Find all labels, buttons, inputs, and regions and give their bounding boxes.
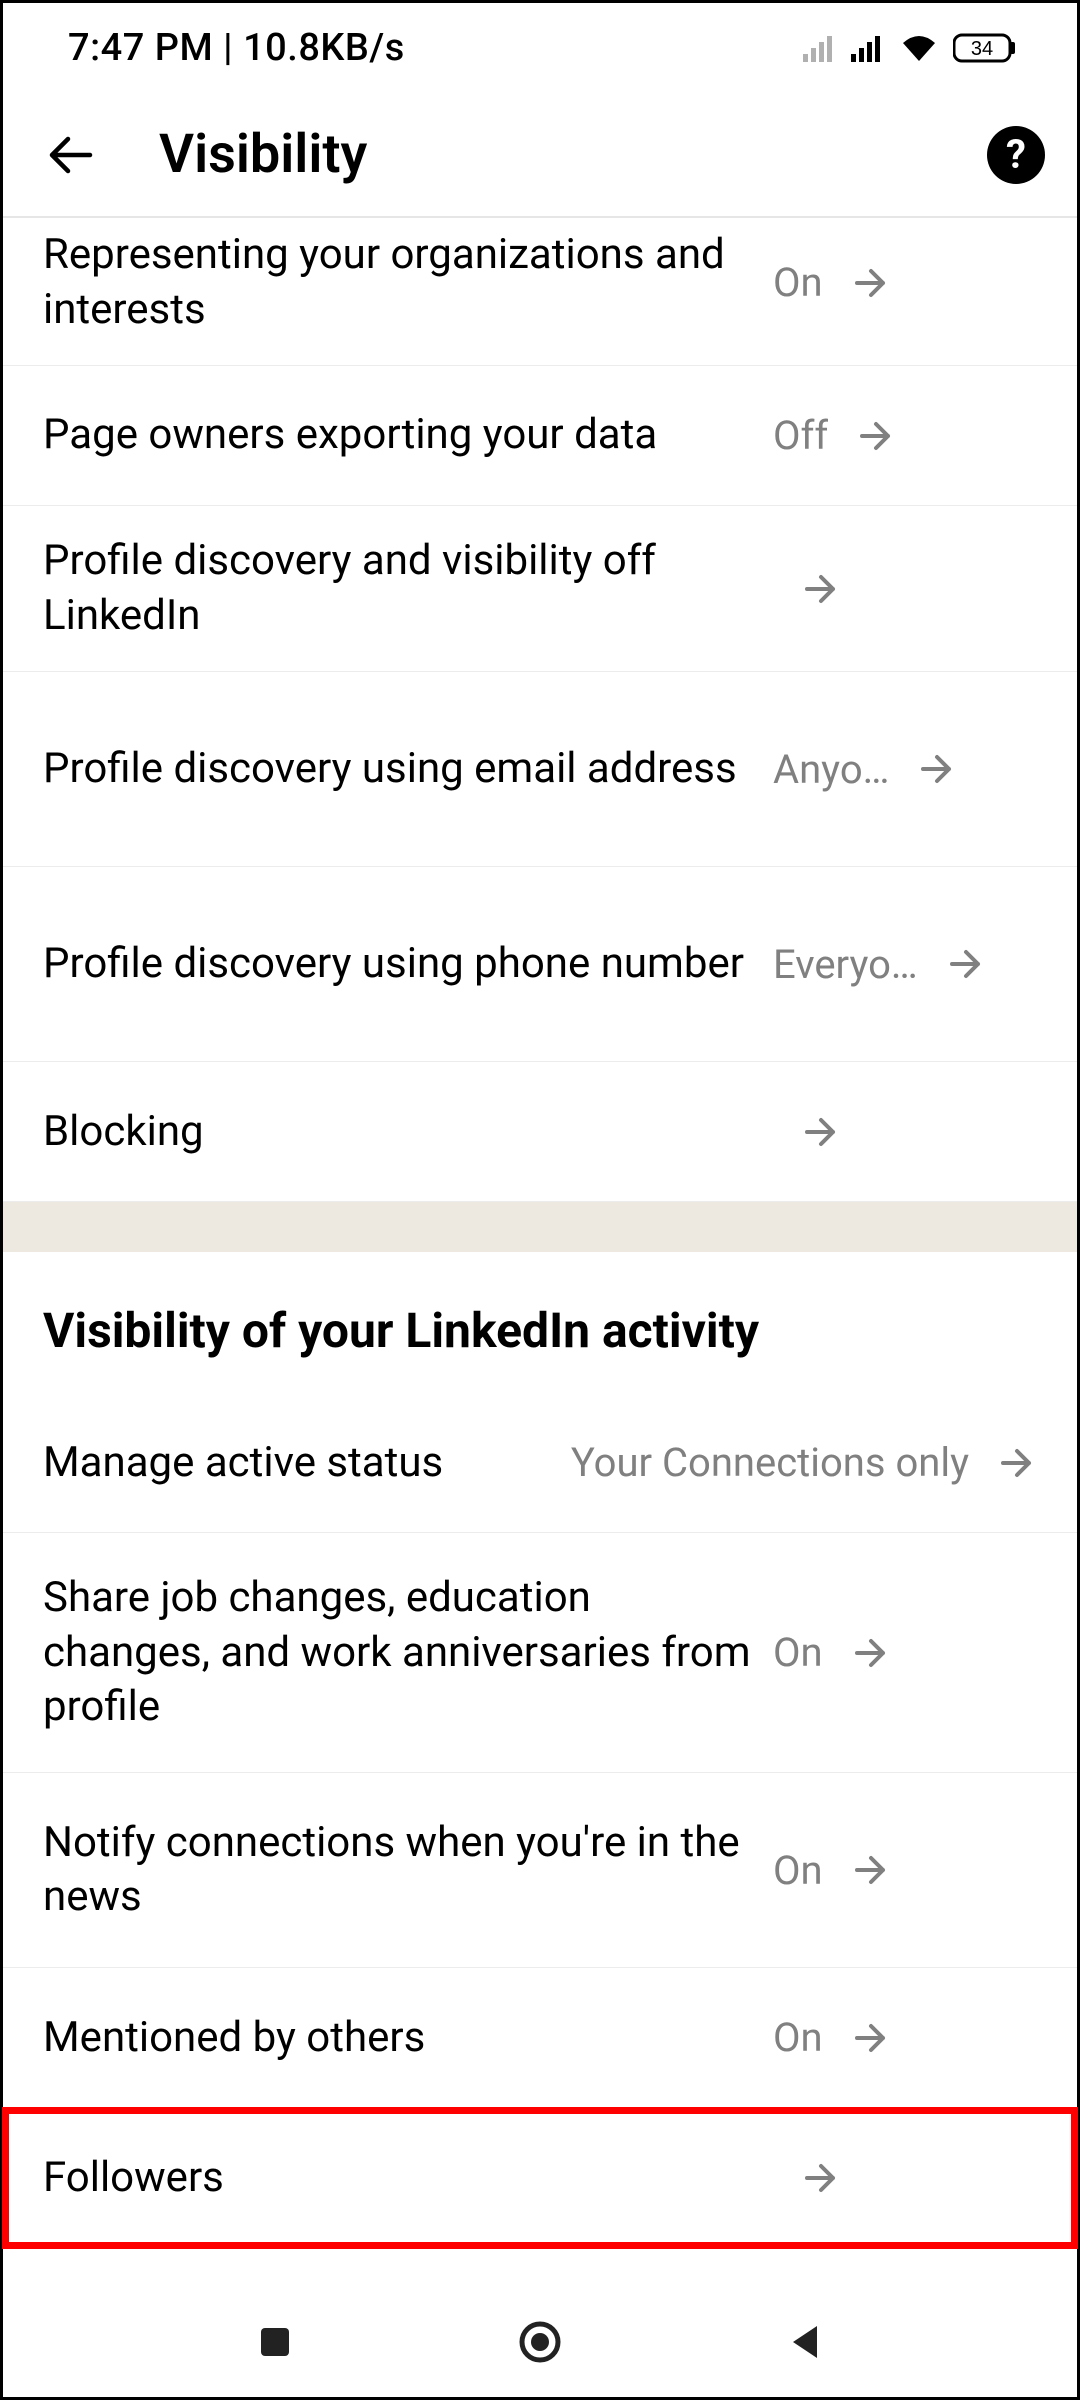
- settings-list-2: Manage active status Your Connections on…: [3, 1393, 1077, 2248]
- row-profile-discovery-email[interactable]: Profile discovery using email address An…: [3, 672, 1077, 867]
- chevron-right-icon: [917, 749, 957, 789]
- row-value: Everyo…: [773, 941, 918, 988]
- nav-home-button[interactable]: [495, 2297, 585, 2387]
- chevron-right-icon: [801, 1112, 841, 1152]
- row-manage-active-status[interactable]: Manage active status Your Connections on…: [3, 1393, 1077, 1533]
- section-header-activity: Visibility of your LinkedIn activity: [3, 1252, 1077, 1393]
- row-value: On: [773, 1629, 823, 1676]
- row-value: Your Connections only: [463, 1439, 969, 1486]
- row-representing-orgs[interactable]: Representing your organizations and inte…: [3, 218, 1077, 366]
- signal-icon-2: [851, 34, 885, 62]
- help-button[interactable]: ?: [987, 126, 1045, 184]
- row-label: Notify connections when you're in the ne…: [43, 1816, 773, 1925]
- row-label: Mentioned by others: [43, 2011, 773, 2066]
- row-share-job-changes[interactable]: Share job changes, education changes, an…: [3, 1533, 1077, 1773]
- section-divider: [3, 1202, 1077, 1252]
- row-value: Off: [773, 412, 828, 459]
- question-icon: ?: [1006, 131, 1026, 178]
- chevron-right-icon: [851, 1633, 891, 1673]
- status-bar: 7:47 PM | 10.8KB/s 34: [3, 3, 1077, 93]
- nav-back-button[interactable]: [760, 2297, 850, 2387]
- row-mentioned-by-others[interactable]: Mentioned by others On: [3, 1968, 1077, 2108]
- row-label: Blocking: [43, 1105, 773, 1160]
- row-blocking[interactable]: Blocking: [3, 1062, 1077, 1202]
- row-value: On: [773, 1847, 823, 1894]
- signal-icon-1: [803, 34, 837, 62]
- row-label: Profile discovery and visibility off Lin…: [43, 534, 773, 643]
- row-label: Profile discovery using phone number: [43, 937, 773, 992]
- row-value: On: [773, 259, 823, 306]
- chevron-right-icon: [851, 2018, 891, 2058]
- row-label: Representing your organizations and inte…: [43, 228, 773, 337]
- square-icon: [255, 2322, 295, 2362]
- row-followers[interactable]: Followers: [3, 2108, 1077, 2248]
- row-profile-discovery-off-linkedin[interactable]: Profile discovery and visibility off Lin…: [3, 506, 1077, 672]
- row-value: On: [773, 2014, 823, 2061]
- back-button[interactable]: [35, 119, 107, 191]
- row-label: Manage active status: [43, 1436, 463, 1491]
- nav-recent-button[interactable]: [230, 2297, 320, 2387]
- chevron-right-icon: [856, 416, 896, 456]
- row-label: Followers: [43, 2151, 773, 2206]
- status-time: 7:47 PM | 10.8KB/s: [68, 26, 405, 70]
- page-title: Visibility: [159, 123, 987, 186]
- chevron-right-icon: [801, 569, 841, 609]
- triangle-left-icon: [783, 2320, 827, 2364]
- row-label: Share job changes, education changes, an…: [43, 1571, 773, 1735]
- row-label: Page owners exporting your data: [43, 408, 773, 463]
- row-value: Anyo…: [773, 746, 889, 793]
- chevron-right-icon: [801, 2158, 841, 2198]
- battery-icon: 34: [953, 32, 1017, 64]
- row-page-owners-exporting[interactable]: Page owners exporting your data Off: [3, 366, 1077, 506]
- row-notify-connections-news[interactable]: Notify connections when you're in the ne…: [3, 1773, 1077, 1968]
- arrow-left-icon: [42, 126, 100, 184]
- chevron-right-icon: [851, 1850, 891, 1890]
- row-profile-discovery-phone[interactable]: Profile discovery using phone number Eve…: [3, 867, 1077, 1062]
- chevron-right-icon: [997, 1443, 1037, 1483]
- system-navbar: [3, 2287, 1077, 2397]
- app-header: Visibility ?: [3, 93, 1077, 218]
- wifi-icon: [899, 33, 939, 63]
- chevron-right-icon: [946, 944, 986, 984]
- circle-icon: [515, 2317, 565, 2367]
- settings-list-1: Representing your organizations and inte…: [3, 218, 1077, 1202]
- svg-text:34: 34: [971, 38, 993, 60]
- chevron-right-icon: [851, 263, 891, 303]
- status-icons: 34: [803, 32, 1017, 64]
- row-label: Profile discovery using email address: [43, 742, 773, 797]
